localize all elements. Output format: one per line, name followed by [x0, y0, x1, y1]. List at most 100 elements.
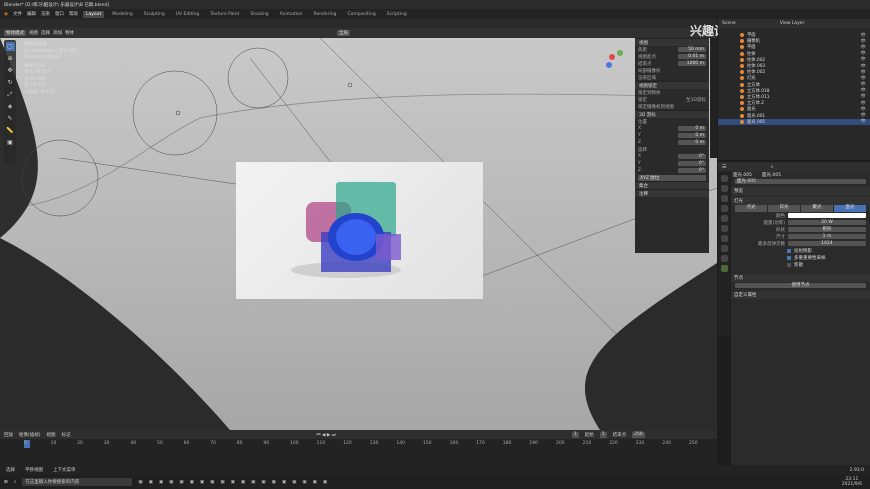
- caustics-checkbox[interactable]: 焦散: [731, 261, 870, 268]
- keying-menu[interactable]: 抠像(插帧): [19, 432, 41, 438]
- spot-light-button[interactable]: 聚光: [801, 205, 833, 212]
- lock-section-header[interactable]: 视图锁定: [635, 81, 709, 89]
- power-field[interactable]: 20 W: [788, 219, 866, 226]
- cursor-section-header[interactable]: 3D 游标: [635, 110, 709, 118]
- tab-rendering[interactable]: Rendering: [311, 11, 340, 18]
- eye-icon[interactable]: 👁: [861, 107, 866, 112]
- custom-props-section-header[interactable]: 自定义属性: [731, 291, 870, 299]
- collections-section-header[interactable]: 集合: [635, 181, 709, 189]
- cast-shadow-checkbox[interactable]: 投射阴影: [731, 247, 870, 254]
- object-tab-icon[interactable]: [720, 235, 728, 242]
- menu-view[interactable]: 视图: [29, 30, 38, 36]
- eye-icon[interactable]: 👁: [861, 64, 866, 69]
- move-icon[interactable]: ✥: [6, 66, 15, 75]
- mis-checkbox[interactable]: 多重重要性采样: [731, 254, 870, 261]
- tab-animation[interactable]: Animation: [277, 11, 306, 18]
- clip-start-field[interactable]: 0.01 m: [678, 54, 706, 59]
- light-section-header[interactable]: 灯光: [731, 197, 870, 205]
- rotate-icon[interactable]: ↻: [6, 78, 15, 87]
- eye-icon[interactable]: 👁: [861, 51, 866, 56]
- shape-dropdown[interactable]: 矩形: [788, 226, 866, 233]
- eye-icon[interactable]: 👁: [861, 113, 866, 118]
- taskbar-app-icons[interactable]: ▣▣▣▣▣▣▣▣▣▣▣▣▣▣▣▣▣▣▣: [138, 480, 333, 485]
- select-box-icon[interactable]: ▢: [5, 42, 15, 51]
- menu-edit[interactable]: 编辑: [27, 11, 36, 17]
- menu-add[interactable]: 添加: [53, 30, 62, 36]
- tab-texture-paint[interactable]: Texture Paint: [207, 11, 242, 18]
- view-section-header[interactable]: 视图: [635, 38, 709, 46]
- eye-icon[interactable]: 👁: [861, 45, 866, 50]
- focal-field[interactable]: 50 mm: [678, 47, 706, 52]
- render-region-checkbox[interactable]: 渲染区域: [638, 75, 656, 81]
- menu-render[interactable]: 渲染: [41, 11, 50, 17]
- scene-tab-icon[interactable]: [720, 215, 728, 222]
- playback-menu[interactable]: 回放: [4, 432, 13, 438]
- transform-icon[interactable]: ◈: [6, 102, 15, 111]
- menu-file[interactable]: 文件: [13, 11, 22, 17]
- color-swatch[interactable]: [788, 212, 866, 219]
- editor-type-icon[interactable]: ☰: [722, 164, 726, 170]
- light-datablock-field[interactable]: 面光.005: [735, 178, 866, 185]
- annotate-icon[interactable]: ✎: [6, 114, 15, 123]
- blender-logo-icon[interactable]: ◉: [4, 12, 8, 17]
- eye-icon[interactable]: 👁: [861, 101, 866, 106]
- menu-window[interactable]: 窗口: [55, 11, 64, 17]
- mode-dropdown[interactable]: 物体模式: [4, 30, 26, 36]
- area-light-button[interactable]: 面光: [834, 205, 866, 212]
- tab-modeling[interactable]: Modeling: [109, 11, 135, 18]
- eye-icon[interactable]: 👁: [861, 33, 866, 38]
- view-layer-selector[interactable]: View Layer: [780, 21, 805, 26]
- navigation-gizmo[interactable]: [600, 45, 624, 69]
- cursor-icon[interactable]: ⊕: [6, 54, 15, 63]
- eye-icon[interactable]: 👁: [861, 82, 866, 87]
- sun-light-button[interactable]: 日光: [768, 205, 800, 212]
- render-tab-icon[interactable]: [720, 185, 728, 192]
- tab-sculpting[interactable]: Sculpting: [141, 11, 168, 18]
- eye-icon[interactable]: 👁: [861, 76, 866, 81]
- light-data-tab-icon[interactable]: [720, 265, 728, 272]
- menu-help[interactable]: 帮助: [69, 11, 78, 17]
- eye-icon[interactable]: 👁: [861, 119, 866, 124]
- world-tab-icon[interactable]: [720, 225, 728, 232]
- eye-icon[interactable]: 👁: [861, 57, 866, 62]
- outliner-row-selected[interactable]: 面光 005 👁: [718, 118, 870, 125]
- eye-icon[interactable]: 👁: [861, 94, 866, 99]
- menu-object[interactable]: 物体: [65, 30, 74, 36]
- view-layer-tab-icon[interactable]: [720, 205, 728, 212]
- eye-icon[interactable]: 👁: [861, 39, 866, 44]
- tab-shading[interactable]: Shading: [247, 11, 271, 18]
- scene-selector[interactable]: Scene: [722, 21, 736, 26]
- sidebar-tabs[interactable]: [710, 38, 717, 158]
- cursor-y-field[interactable]: 0 m: [678, 133, 706, 138]
- tab-compositing[interactable]: Compositing: [345, 11, 379, 18]
- measure-icon[interactable]: 📏: [6, 126, 15, 135]
- windows-start-icon[interactable]: ⊞: [4, 480, 8, 485]
- cursor-x-field[interactable]: 0 m: [678, 126, 706, 131]
- view-menu[interactable]: 视图: [47, 432, 56, 438]
- tool-tab-icon[interactable]: [720, 175, 728, 182]
- tab-layout[interactable]: Layout: [82, 10, 105, 18]
- eye-icon[interactable]: 👁: [861, 70, 866, 75]
- size-field[interactable]: 1 m: [788, 233, 866, 240]
- rot-y-field[interactable]: 0°: [678, 161, 706, 166]
- point-light-button[interactable]: 点光: [735, 205, 767, 212]
- add-cube-icon[interactable]: ▣: [6, 138, 15, 147]
- annotations-section-header[interactable]: 注释: [635, 189, 709, 197]
- preview-section-header[interactable]: 预览: [731, 187, 870, 195]
- lock-camera-checkbox[interactable]: 锁定摄像机到视图: [638, 104, 674, 110]
- transform-orientation-dropdown[interactable]: 全局: [337, 30, 350, 36]
- start-frame-field[interactable]: 1: [599, 431, 607, 438]
- physics-tab-icon[interactable]: [720, 245, 728, 252]
- taskbar-search-input[interactable]: 在这里输入你要搜索的内容: [22, 478, 133, 486]
- eye-icon[interactable]: 👁: [861, 88, 866, 93]
- output-tab-icon[interactable]: [720, 195, 728, 202]
- lock-cursor-checkbox[interactable]: 至3D游标: [686, 97, 706, 103]
- end-frame-field[interactable]: 250: [632, 431, 645, 438]
- scale-icon[interactable]: ⤢: [6, 90, 15, 99]
- rot-x-field[interactable]: 0°: [678, 154, 706, 159]
- use-nodes-button[interactable]: 使用节点: [735, 282, 866, 289]
- rotation-mode-dropdown[interactable]: XYZ 欧拉: [638, 174, 706, 181]
- marker-menu[interactable]: 标记: [62, 432, 71, 438]
- menu-select[interactable]: 选择: [41, 30, 50, 36]
- max-bounce-field[interactable]: 1024: [788, 240, 866, 247]
